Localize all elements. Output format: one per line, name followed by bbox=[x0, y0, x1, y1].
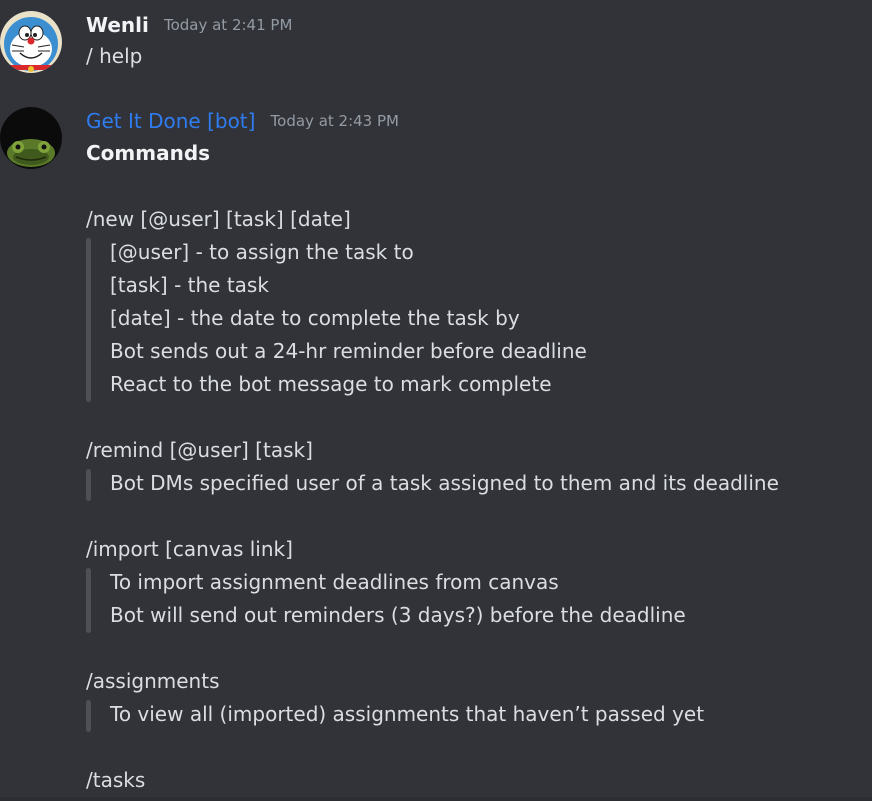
bot-author-name[interactable]: Get It Done [bot] bbox=[86, 109, 255, 133]
command-name: /new [@user] [task] [date] bbox=[86, 207, 351, 231]
horizontal-scrollbar[interactable] bbox=[0, 797, 872, 801]
command-detail: Bot sends out a 24-hr reminder before de… bbox=[110, 339, 587, 363]
command-detail: Bot will send out reminders (3 days?) be… bbox=[110, 603, 686, 627]
doraemon-avatar[interactable] bbox=[0, 11, 62, 73]
command-name: /assignments bbox=[86, 669, 220, 693]
command-detail: [date] - the date to complete the task b… bbox=[110, 306, 520, 330]
message-timestamp[interactable]: Today at 2:43 PM bbox=[271, 112, 399, 130]
block-quote-bar bbox=[86, 568, 91, 633]
block-quote-bar bbox=[86, 700, 91, 732]
command-detail: To import assignment deadlines from canv… bbox=[110, 570, 559, 594]
command-detail: React to the bot message to mark complet… bbox=[110, 372, 552, 396]
block-quote-bar bbox=[86, 238, 91, 402]
command-name: /remind [@user] [task] bbox=[86, 438, 313, 462]
message-header: Wenli Today at 2:41 PM bbox=[86, 11, 292, 39]
command-name: /import [canvas link] bbox=[86, 537, 293, 561]
message-text: / help bbox=[86, 44, 143, 68]
command-detail: To view all (imported) assignments that … bbox=[110, 702, 705, 726]
command-detail: [@user] - to assign the task to bbox=[110, 240, 414, 264]
commands-heading: Commands bbox=[86, 141, 211, 165]
frog-avatar[interactable] bbox=[0, 107, 62, 169]
message-timestamp[interactable]: Today at 2:41 PM bbox=[164, 16, 292, 34]
message-header: Get It Done [bot] Today at 2:43 PM bbox=[86, 107, 399, 135]
command-detail: Bot DMs specified user of a task assigne… bbox=[110, 471, 779, 495]
block-quote-bar bbox=[86, 469, 91, 501]
command-detail: [task] - the task bbox=[110, 273, 269, 297]
command-name: /tasks bbox=[86, 768, 146, 792]
chat-view: Wenli Today at 2:41 PM / help Get It Don… bbox=[0, 0, 872, 801]
author-name[interactable]: Wenli bbox=[86, 13, 149, 37]
